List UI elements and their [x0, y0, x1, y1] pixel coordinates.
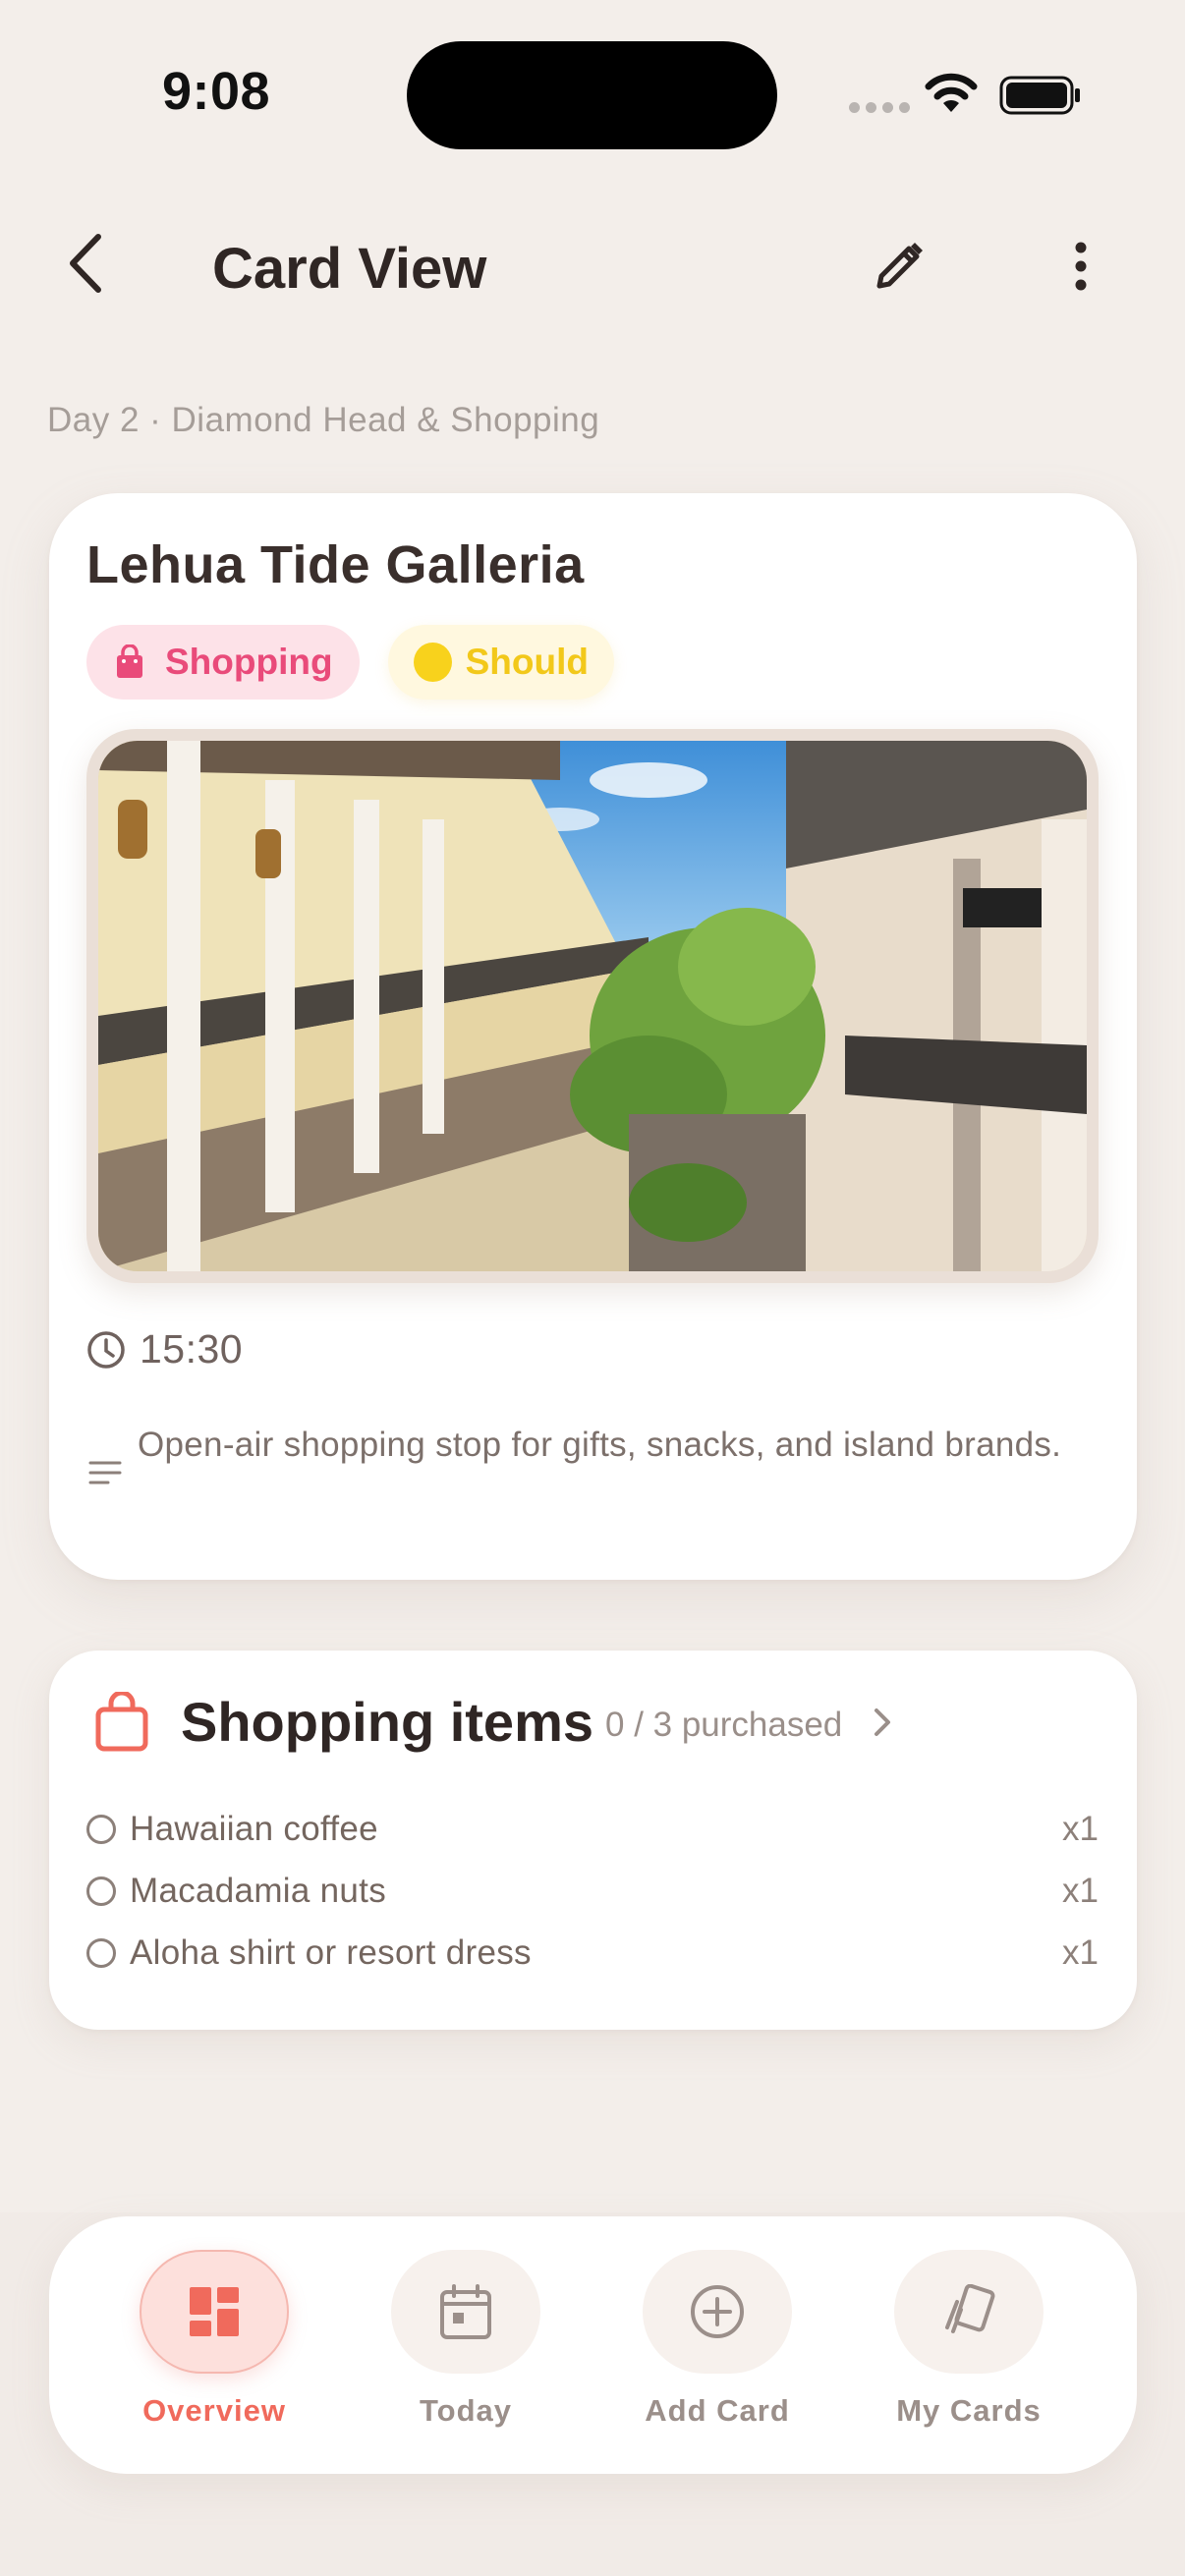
- shopping-progress: 0 / 3 purchased: [605, 1705, 843, 1744]
- cards-icon: [945, 2284, 995, 2333]
- unchecked-circle-icon[interactable]: [86, 1815, 116, 1844]
- notes-row: Open-air shopping stop for gifts, snacks…: [86, 1421, 1099, 1491]
- notes-text: Open-air shopping stop for gifts, snacks…: [138, 1426, 1062, 1464]
- shopping-item-name: Aloha shirt or resort dress: [130, 1933, 532, 1972]
- wifi-icon: [925, 73, 978, 112]
- card-view-screen: 9:08 Card View Day 2 · Diamond Head & Sh…: [0, 0, 1185, 2576]
- category-chip[interactable]: Shopping: [86, 625, 360, 700]
- priority-chip[interactable]: Should: [388, 625, 614, 700]
- shopping-item[interactable]: Macadamia nuts x1: [86, 1872, 1099, 1911]
- add-circle-icon: [691, 2285, 744, 2338]
- shopping-item-name: Hawaiian coffee: [130, 1810, 378, 1848]
- bottom-nav: Overview Today Add Card My Cards: [49, 2216, 1137, 2474]
- page-title: Card View: [212, 237, 487, 301]
- shopping-item-name: Macadamia nuts: [130, 1872, 386, 1910]
- shopping-item[interactable]: Aloha shirt or resort dress x1: [86, 1933, 1099, 1973]
- notes-icon: [88, 1461, 122, 1484]
- place-photo[interactable]: [98, 741, 1087, 1271]
- battery-icon: [999, 76, 1080, 115]
- nav-my-cards-label: My Cards: [896, 2393, 1042, 2428]
- unchecked-circle-icon[interactable]: [86, 1876, 116, 1906]
- dashboard-icon: [190, 2287, 239, 2336]
- pencil-icon: [876, 243, 923, 289]
- dynamic-island: [407, 41, 777, 149]
- nav-my-cards-button[interactable]: [894, 2250, 1044, 2374]
- visit-time: 15:30: [140, 1326, 244, 1372]
- nav-today-button[interactable]: [391, 2250, 540, 2374]
- nav-overview-button[interactable]: [140, 2250, 289, 2374]
- shopping-items-card[interactable]: Shopping items 0 / 3 purchased Hawaiian …: [49, 1651, 1137, 2030]
- nav-today-label: Today: [420, 2393, 512, 2428]
- clock-icon: [87, 1330, 125, 1369]
- mall-photo-image: [98, 741, 1087, 1271]
- nav-today[interactable]: Today: [367, 2250, 564, 2429]
- card-title: Lehua Tide Galleria: [86, 535, 585, 594]
- shopping-items-header[interactable]: Shopping items 0 / 3 purchased: [94, 1690, 897, 1754]
- chevron-right-icon: [875, 1708, 891, 1736]
- place-photo-frame: [86, 729, 1099, 1283]
- shopping-bag-icon: [95, 1691, 148, 1751]
- shopping-item-qty: x1: [1062, 1810, 1099, 1848]
- nav-overview[interactable]: Overview: [116, 2250, 312, 2429]
- category-chip-label: Shopping: [165, 642, 333, 682]
- nav-add-card-button[interactable]: [643, 2250, 792, 2374]
- shopping-item-qty: x1: [1062, 1872, 1099, 1910]
- unchecked-circle-icon[interactable]: [86, 1938, 116, 1968]
- priority-dot-icon: [414, 643, 452, 682]
- status-time: 9:08: [162, 62, 271, 121]
- edit-button[interactable]: [865, 232, 933, 301]
- nav-add-card[interactable]: Add Card: [619, 2250, 816, 2429]
- shopping-item[interactable]: Hawaiian coffee x1: [86, 1810, 1099, 1849]
- back-button[interactable]: [57, 228, 112, 299]
- shopping-items-title: Shopping items: [181, 1691, 593, 1753]
- cellular-signal-icon: [849, 102, 910, 113]
- time-row: 15:30: [86, 1326, 243, 1372]
- place-card: Lehua Tide Galleria Shopping Should 15:3…: [49, 493, 1137, 1580]
- nav-add-card-label: Add Card: [645, 2393, 790, 2428]
- more-options-button[interactable]: [1051, 232, 1110, 301]
- priority-chip-label: Should: [465, 642, 589, 682]
- nav-overview-label: Overview: [142, 2393, 286, 2428]
- shopping-bag-icon: [117, 644, 142, 678]
- nav-my-cards[interactable]: My Cards: [871, 2250, 1067, 2429]
- calendar-icon: [440, 2284, 491, 2339]
- breadcrumb: Day 2 · Diamond Head & Shopping: [47, 401, 600, 439]
- more-vertical-icon: [1075, 242, 1087, 291]
- chevron-left-icon: [70, 234, 101, 293]
- shopping-item-qty: x1: [1062, 1933, 1099, 1972]
